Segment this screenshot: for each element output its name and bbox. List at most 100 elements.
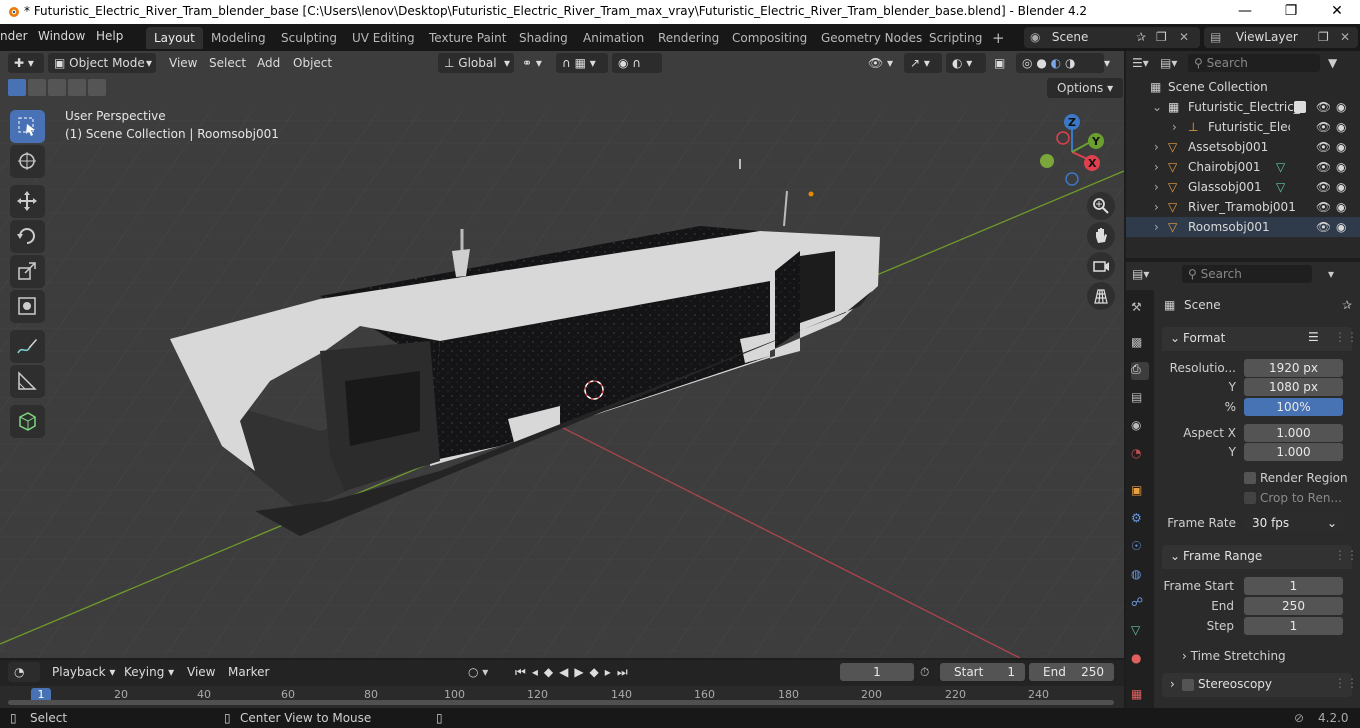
options-dropdown[interactable]: Options ▾ xyxy=(1047,78,1124,98)
resolution-x-field[interactable]: 1920 px xyxy=(1244,359,1343,377)
object-tab-icon[interactable]: ▣ xyxy=(1131,483,1149,501)
drag-handle-icon[interactable]: ⋮⋮ xyxy=(1334,330,1358,344)
delete-view-layer-icon[interactable]: ✕ xyxy=(1340,27,1350,48)
display-mode-icon[interactable]: ▤▾ xyxy=(1160,56,1188,70)
jump-end-icon[interactable]: ⏭ xyxy=(617,665,634,679)
transform-tool[interactable] xyxy=(10,290,45,323)
tab-uv-editing[interactable]: UV Editing xyxy=(344,27,423,49)
wireframe-icon[interactable]: ◎ xyxy=(1022,56,1032,70)
camera-icon[interactable]: ◉ xyxy=(1336,200,1350,214)
maximize-button[interactable]: ❐ xyxy=(1268,0,1314,24)
outliner-row-glass[interactable]: › ▽ Glassobj001 ▽ 👁 ◉ xyxy=(1126,177,1360,197)
rotate-tool[interactable] xyxy=(10,220,45,253)
checkbox-icon[interactable] xyxy=(1294,101,1306,113)
chevron-right-icon[interactable]: › xyxy=(1154,140,1159,154)
menu-window[interactable]: Window xyxy=(38,29,85,43)
pin-icon[interactable]: ✰ xyxy=(1136,27,1146,48)
menu-add[interactable]: Add xyxy=(257,53,280,73)
eye-icon[interactable]: 👁 xyxy=(1316,120,1330,134)
camera-icon[interactable]: ◉ xyxy=(1336,120,1350,134)
eye-icon[interactable]: 👁 xyxy=(1316,160,1330,174)
aspect-x-field[interactable]: 1.000 xyxy=(1244,424,1343,442)
eye-icon[interactable]: 👁 xyxy=(1316,220,1330,234)
menu-keying[interactable]: Keying ▾ xyxy=(124,662,174,682)
solid-icon[interactable]: ● xyxy=(1036,56,1046,70)
transform-orientation-dropdown[interactable]: ⊥ Global ▾ xyxy=(438,53,514,73)
physics-tab-icon[interactable]: ◍ xyxy=(1131,567,1149,585)
render-tab-icon[interactable]: ▩ xyxy=(1131,335,1149,353)
menu-object[interactable]: Object xyxy=(293,53,332,73)
snap-icon[interactable]: ∩ ▦ ▾ xyxy=(556,53,608,73)
xray-icon[interactable]: ▣ xyxy=(994,53,1005,73)
particles-tab-icon[interactable]: ☉ xyxy=(1131,539,1149,557)
close-button[interactable]: ✕ xyxy=(1314,0,1360,24)
play-reverse-icon[interactable]: ◀ xyxy=(559,665,574,679)
chevron-down-icon[interactable]: ⌄ xyxy=(1152,100,1162,114)
texture-tab-icon[interactable]: ▦ xyxy=(1131,687,1149,705)
select-new-icon[interactable] xyxy=(8,79,26,96)
play-icon[interactable]: ▶ xyxy=(574,665,589,679)
stopwatch-icon[interactable]: ⏱ xyxy=(920,662,929,682)
frame-start-field[interactable]: 1 xyxy=(1244,577,1343,595)
add-cube-tool[interactable] xyxy=(10,405,45,438)
minimize-button[interactable]: — xyxy=(1222,0,1268,24)
properties-search-input[interactable]: ⚲ Search xyxy=(1182,265,1312,283)
eye-icon[interactable]: 👁 xyxy=(1316,200,1330,214)
tab-layout[interactable]: Layout xyxy=(146,27,203,49)
zoom-button[interactable] xyxy=(1087,192,1115,220)
resolution-y-field[interactable]: 1080 px xyxy=(1244,378,1343,396)
outliner-search-input[interactable]: ⚲ Search xyxy=(1188,54,1320,72)
chevron-right-icon[interactable]: › xyxy=(1154,200,1159,214)
tab-shading[interactable]: Shading xyxy=(511,27,576,49)
properties-editor-icon[interactable]: ▤▾ xyxy=(1132,267,1182,281)
visibility-icon[interactable]: 👁 ▾ xyxy=(868,53,904,73)
world-tab-icon[interactable]: ◔ xyxy=(1131,446,1149,464)
camera-view-button[interactable] xyxy=(1087,252,1115,280)
add-workspace-icon[interactable]: + xyxy=(984,27,1013,49)
pivot-icon[interactable]: ⚭ ▾ xyxy=(522,53,552,73)
outliner-row-assets[interactable]: › ▽ Assetsobj001 👁 ◉ xyxy=(1126,137,1360,157)
outliner-row-scene-collection[interactable]: ▦ Scene Collection xyxy=(1126,77,1360,97)
3d-viewport[interactable] xyxy=(0,51,1124,658)
scale-tool[interactable] xyxy=(10,255,45,288)
menu-marker[interactable]: Marker xyxy=(228,662,269,682)
current-frame-field[interactable]: 1 xyxy=(840,663,914,681)
crop-checkbox[interactable] xyxy=(1244,492,1256,504)
cursor-tool[interactable] xyxy=(10,145,45,178)
new-view-layer-icon[interactable]: ❐ xyxy=(1318,27,1329,48)
tab-animation[interactable]: Animation xyxy=(575,27,652,49)
aspect-y-field[interactable]: 1.000 xyxy=(1244,443,1343,461)
tab-texture-paint[interactable]: Texture Paint xyxy=(421,27,514,49)
tool-tab-icon[interactable]: ⚒ xyxy=(1131,300,1149,318)
proportional-edit-icon[interactable]: ◉ ∩ xyxy=(612,53,662,73)
camera-icon[interactable]: ◉ xyxy=(1336,180,1350,194)
camera-icon[interactable]: ◉ xyxy=(1336,220,1350,234)
overlay-toggle-icon[interactable]: ◐ ▾ xyxy=(946,53,986,73)
outliner-row-futuristic-collection[interactable]: ⌄ ▦ Futuristic_Electric_ 👁 ◉ xyxy=(1126,97,1360,117)
new-scene-icon[interactable]: ❐ xyxy=(1156,27,1167,48)
stereoscopy-checkbox[interactable] xyxy=(1182,679,1194,691)
ortho-toggle-button[interactable] xyxy=(1087,282,1115,310)
outliner-row-futuristic-object[interactable]: › ⊥ Futuristic_Elect 👁 ◉ xyxy=(1126,117,1360,137)
select-subtract-icon[interactable] xyxy=(48,79,66,96)
rendered-icon[interactable]: ◑ xyxy=(1065,56,1075,70)
outliner-row-river-tram[interactable]: › ▽ River_Tramobj001 👁 ◉ xyxy=(1126,197,1360,217)
select-intersect-icon[interactable] xyxy=(88,79,106,96)
menu-select[interactable]: Select xyxy=(209,53,246,73)
camera-icon[interactable]: ◉ xyxy=(1336,100,1350,114)
filter-icon[interactable]: ▼ xyxy=(1328,56,1337,70)
outliner-row-chair[interactable]: › ▽ Chairobj001 ▽ 👁 ◉ xyxy=(1126,157,1360,177)
scene-tab-icon[interactable]: ◉ xyxy=(1131,418,1149,436)
drag-handle-icon[interactable]: ⋮⋮ xyxy=(1334,548,1358,562)
menu-render[interactable]: nder xyxy=(0,29,28,43)
frame-step-field[interactable]: 1 xyxy=(1244,617,1343,635)
prev-keyframe-icon[interactable]: ◂◆ xyxy=(532,665,559,679)
presets-icon[interactable]: ☰ xyxy=(1308,330,1319,344)
measure-tool[interactable] xyxy=(10,365,45,398)
chevron-right-icon[interactable]: › xyxy=(1154,160,1159,174)
camera-icon[interactable]: ◉ xyxy=(1336,160,1350,174)
eye-icon[interactable]: 👁 xyxy=(1316,140,1330,154)
options-chevron-icon[interactable]: ▾ xyxy=(1328,267,1334,281)
material-tab-icon[interactable]: ● xyxy=(1131,651,1149,669)
frame-rate-dropdown[interactable]: 30 fps ⌄ xyxy=(1244,514,1343,532)
